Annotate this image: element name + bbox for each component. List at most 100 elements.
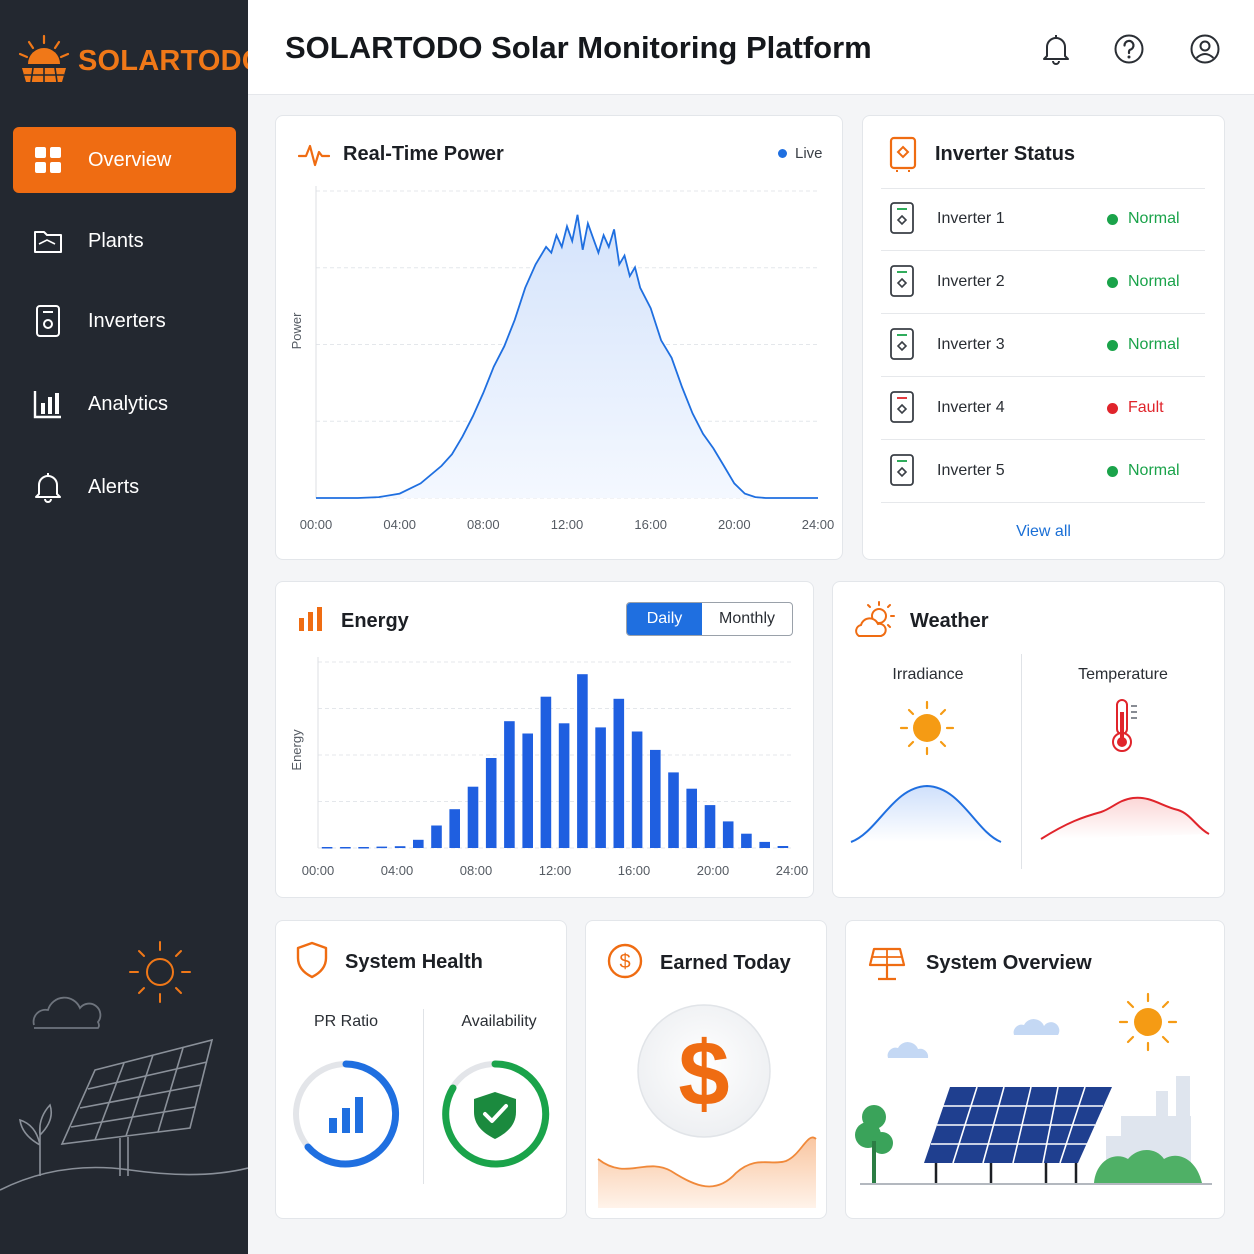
earnings-trend bbox=[598, 1137, 816, 1208]
user-profile-button[interactable] bbox=[1187, 31, 1223, 67]
inverter-row[interactable]: Inverter 3 Normal bbox=[881, 314, 1205, 377]
x-tick-label: 16:00 bbox=[634, 517, 667, 532]
view-all-link[interactable]: View all bbox=[863, 523, 1224, 541]
help-icon bbox=[1114, 34, 1144, 64]
inverter-status-card: Inverter Status Inverter 1 Normal Inverter… bbox=[862, 115, 1225, 560]
header: SOLARTODO Solar Monitoring Platform bbox=[248, 0, 1254, 95]
bell-icon bbox=[31, 470, 65, 504]
sun-icon bbox=[899, 700, 955, 756]
energy-bar bbox=[759, 841, 770, 848]
earned-today-card: $ Earned Today $ bbox=[585, 920, 827, 1219]
sidebar-item-analytics[interactable]: Analytics bbox=[13, 371, 236, 437]
x-tick-label: 24:00 bbox=[802, 517, 835, 532]
logo-text: SOLARTODO bbox=[78, 44, 265, 77]
inverter-row[interactable]: Inverter 1 Normal bbox=[881, 188, 1205, 251]
status-dot bbox=[1107, 402, 1118, 414]
inverter-row[interactable]: Inverter 2 Normal bbox=[881, 251, 1205, 314]
energy-bar bbox=[449, 809, 460, 848]
inverter-icon bbox=[890, 454, 914, 486]
energy-bar bbox=[741, 833, 752, 848]
sidebar-item-inverters[interactable]: Inverters bbox=[13, 288, 236, 354]
health-gauges bbox=[293, 1060, 550, 1168]
bar-chart-icon bbox=[329, 1097, 363, 1133]
weather-graphics bbox=[850, 699, 1210, 843]
help-button[interactable] bbox=[1111, 31, 1147, 67]
energy-bar bbox=[358, 847, 369, 849]
energy-chart: 00:00 04:00 08:00 12:00 16:00 20:00 24:00 Energ… bbox=[289, 657, 809, 878]
realtime-power-card: Real-Time Power Live 00:00 04:00 08:00 12:0… bbox=[275, 115, 843, 560]
inverter-status-title: Inverter Status bbox=[935, 143, 1076, 165]
cloud-icon bbox=[1013, 1019, 1060, 1035]
sidebar-item-label: Plants bbox=[88, 229, 144, 252]
energy-bar bbox=[340, 847, 351, 849]
thermometer-icon bbox=[1112, 699, 1137, 752]
sidebar-item-alerts[interactable]: Alerts bbox=[13, 454, 236, 520]
energy-bar bbox=[613, 698, 625, 848]
cloud-icon bbox=[887, 1042, 929, 1058]
x-tick-label: 04:00 bbox=[383, 517, 416, 532]
inverter-icon bbox=[890, 328, 914, 360]
inverter-icon bbox=[890, 391, 914, 423]
energy-bar bbox=[522, 733, 533, 848]
sidebar-item-overview[interactable]: Overview bbox=[13, 127, 236, 193]
x-tick-label: 08:00 bbox=[460, 863, 493, 878]
status-dot bbox=[1107, 465, 1118, 477]
sidebar: SOLARTODO Overview Plants Inverters Anal… bbox=[0, 0, 264, 1254]
sidebar-item-plants[interactable]: Plants bbox=[13, 208, 236, 274]
energy-bar bbox=[504, 721, 515, 848]
status-badge: Normal bbox=[1128, 273, 1180, 290]
x-tick-label: 16:00 bbox=[618, 863, 651, 878]
energy-bar bbox=[668, 772, 679, 848]
bell-icon bbox=[1043, 35, 1069, 65]
irradiance-curve bbox=[851, 786, 1001, 842]
status-dot bbox=[1107, 339, 1118, 351]
x-tick-label: 24:00 bbox=[776, 863, 809, 878]
energy-bar bbox=[540, 696, 552, 848]
x-tick-label: 12:00 bbox=[551, 517, 584, 532]
x-tick-label: 00:00 bbox=[302, 863, 335, 878]
inverter-name: Inverter 4 bbox=[937, 399, 1005, 416]
y-axis-label: Power bbox=[289, 312, 304, 350]
energy-bar bbox=[722, 821, 734, 848]
dollar-symbol: $ bbox=[678, 1023, 729, 1125]
logo[interactable]: SOLARTODO bbox=[16, 34, 265, 88]
energy-bar bbox=[431, 825, 442, 848]
temperature-curve bbox=[1041, 797, 1209, 839]
power-area bbox=[316, 214, 818, 499]
energy-bar bbox=[321, 847, 333, 849]
sidebar-item-label: Alerts bbox=[88, 475, 140, 498]
status-dot bbox=[1107, 276, 1118, 288]
inverter-icon bbox=[31, 304, 65, 338]
page-title: SOLARTODO Solar Monitoring Platform bbox=[285, 30, 872, 65]
x-tick-label: 04:00 bbox=[381, 863, 414, 878]
energy-bar bbox=[650, 749, 661, 848]
energy-bar bbox=[686, 788, 697, 848]
solar-panels bbox=[924, 1086, 1112, 1183]
notifications-button[interactable] bbox=[1038, 31, 1074, 67]
energy-bar bbox=[595, 727, 606, 848]
inverter-row[interactable]: Inverter 5 Normal bbox=[881, 440, 1205, 503]
energy-bar bbox=[704, 805, 716, 848]
energy-bar bbox=[394, 846, 406, 848]
energy-bar bbox=[467, 786, 479, 848]
inverter-name: Inverter 5 bbox=[937, 462, 1005, 479]
solar-farm-illustration bbox=[855, 992, 1212, 1185]
status-badge: Normal bbox=[1128, 210, 1180, 227]
energy-bar bbox=[558, 723, 570, 848]
sidebar-item-label: Overview bbox=[88, 148, 172, 171]
energy-bar bbox=[485, 758, 497, 848]
earned-graphics: $ bbox=[597, 1004, 817, 1208]
cloud-icon bbox=[32, 996, 102, 1029]
grid-icon bbox=[31, 143, 65, 177]
energy-card: Energy Daily Monthly 00:00 04:00 08:00 12:0… bbox=[275, 581, 814, 898]
inverter-row[interactable]: Inverter 4 Fault bbox=[881, 377, 1205, 440]
weather-card: Weather Irradiance Temperature bbox=[832, 581, 1225, 898]
inverter-name: Inverter 3 bbox=[937, 336, 1005, 353]
sun-icon bbox=[1118, 992, 1178, 1052]
status-badge: Normal bbox=[1128, 336, 1180, 353]
system-overview-card: System Overview bbox=[845, 920, 1225, 1219]
inverter-name: Inverter 2 bbox=[937, 273, 1005, 290]
energy-bar bbox=[631, 731, 643, 848]
inverter-icon bbox=[890, 265, 914, 297]
sidebar-item-label: Analytics bbox=[88, 392, 169, 415]
